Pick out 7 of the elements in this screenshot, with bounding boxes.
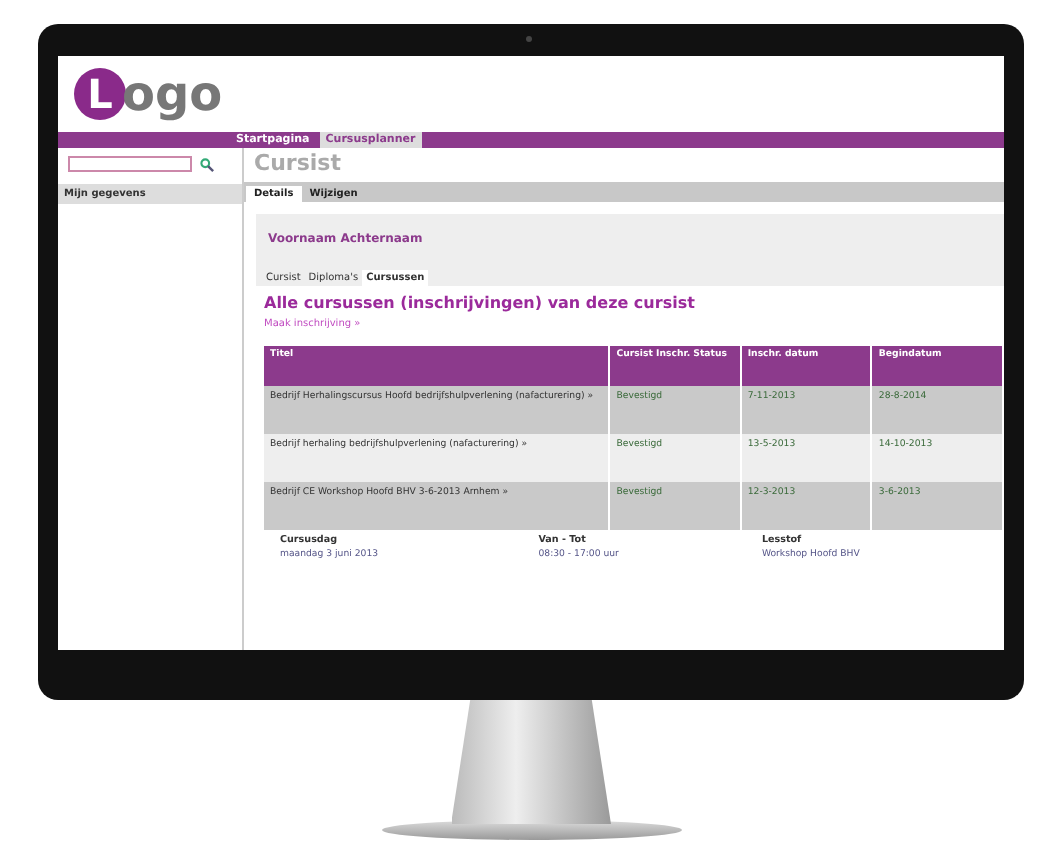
search-field[interactable] — [68, 156, 192, 172]
logo-text: ogo — [122, 66, 223, 122]
section-heading: Alle cursussen (inschrijvingen) van deze cursist — [264, 294, 697, 312]
camera-icon — [526, 36, 532, 42]
page-title: Cursist — [252, 148, 343, 180]
logo-initial: L — [74, 68, 126, 120]
search-icon[interactable] — [200, 157, 214, 171]
